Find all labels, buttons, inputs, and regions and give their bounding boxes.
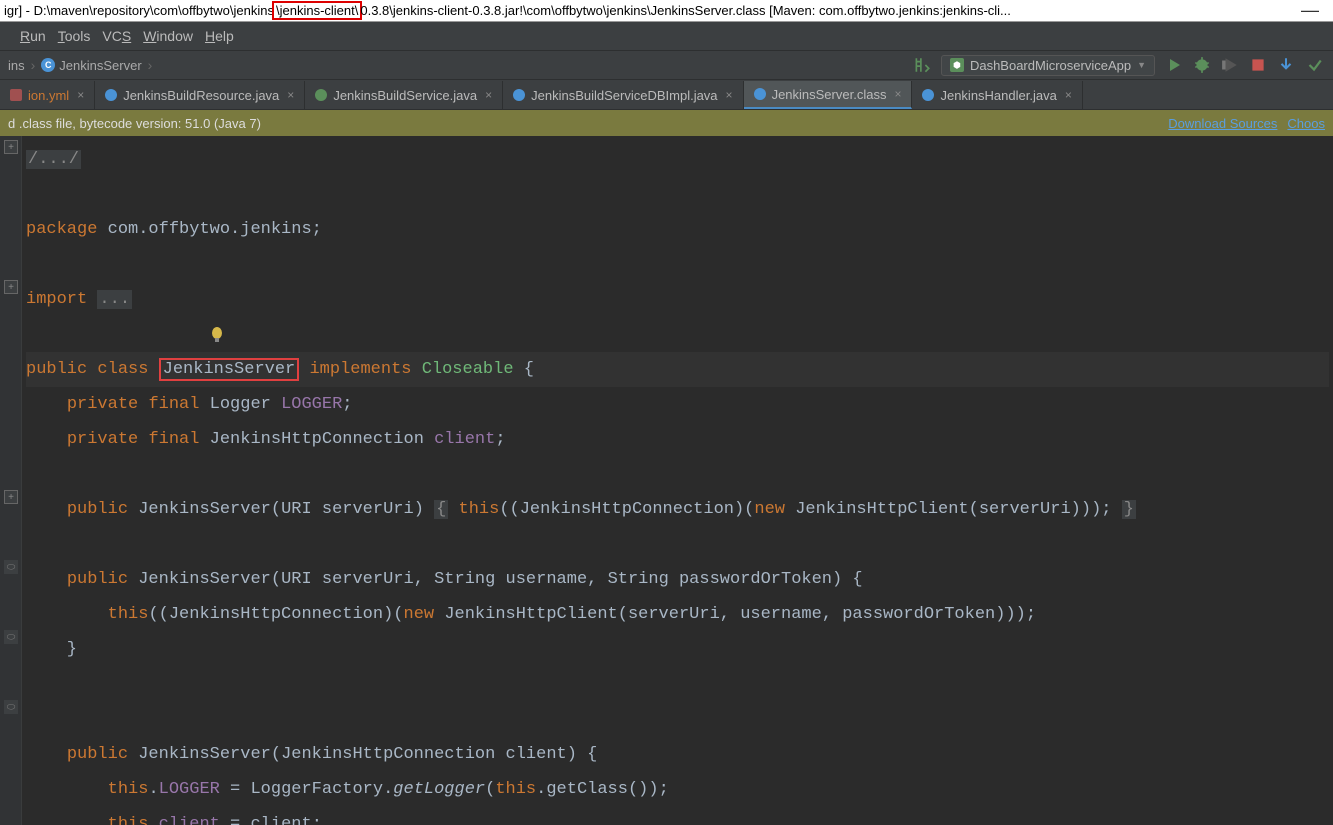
run-configuration-dropdown[interactable]: ⬢ DashBoardMicroserviceApp ▼ (941, 55, 1155, 76)
tab-item[interactable]: JenkinsBuildResource.java × (95, 81, 305, 109)
nav-toolbar: ins › C JenkinsServer › ⬢ DashBoardMicro… (0, 50, 1333, 80)
vcs-commit-icon[interactable] (1305, 56, 1323, 74)
editor-gutter: + + + ⬭ ⬭ ⬭ (0, 136, 22, 825)
choose-sources-link[interactable]: Choos (1287, 116, 1325, 131)
tab-item[interactable]: JenkinsBuildServiceDBImpl.java × (503, 81, 743, 109)
override-icon[interactable]: ⬭ (4, 630, 18, 644)
decompiled-info-bar: d .class file, bytecode version: 51.0 (J… (0, 110, 1333, 136)
run-button[interactable] (1165, 56, 1183, 74)
fold-toggle-icon[interactable]: + (4, 140, 18, 154)
breadcrumb-item[interactable]: C JenkinsServer (37, 56, 145, 75)
chevron-right-icon: › (31, 57, 36, 73)
stop-button[interactable] (1249, 56, 1267, 74)
code-editor[interactable]: + + + ⬭ ⬭ ⬭ /.../ package com.offbytwo.j… (0, 136, 1333, 825)
code-content: /.../ package com.offbytwo.jenkins; impo… (22, 136, 1333, 825)
vcs-update-icon[interactable] (1277, 56, 1295, 74)
breadcrumb-text: JenkinsServer (59, 58, 141, 73)
override-icon[interactable]: ⬭ (4, 560, 18, 574)
class-file-icon (105, 89, 117, 101)
class-icon: C (41, 58, 55, 72)
main-menu-bar: Run Tools VCS Window Help (0, 22, 1333, 50)
tab-item[interactable]: JenkinsBuildService.java × (305, 81, 503, 109)
chevron-down-icon: ▼ (1137, 60, 1146, 70)
title-suffix: 0.3.8\jenkins-client-0.3.8.jar!\com\offb… (360, 3, 1011, 18)
menu-vcs[interactable]: VCS (102, 28, 131, 44)
tab-label: JenkinsHandler.java (940, 88, 1056, 103)
title-highlight: \jenkins-client\ (272, 1, 362, 20)
window-title-bar: igr] - D:\maven\repository\com\offbytwo\… (0, 0, 1333, 22)
breadcrumb-item[interactable]: ins (4, 56, 29, 75)
override-icon[interactable]: ⬭ (4, 700, 18, 714)
tab-item-active[interactable]: JenkinsServer.class × (744, 81, 913, 109)
run-config-label: DashBoardMicroserviceApp (970, 58, 1131, 73)
intention-bulb-icon[interactable] (210, 326, 224, 344)
close-icon[interactable]: × (1065, 88, 1072, 102)
tab-label: JenkinsBuildResource.java (123, 88, 279, 103)
chevron-right-icon: › (148, 57, 153, 73)
minimize-icon[interactable]: — (1291, 0, 1329, 21)
build-icon[interactable] (913, 56, 931, 74)
close-icon[interactable]: × (894, 87, 901, 101)
tab-item[interactable]: JenkinsHandler.java × (912, 81, 1082, 109)
breadcrumb-text: ins (8, 58, 25, 73)
info-bar-text: d .class file, bytecode version: 51.0 (J… (8, 116, 261, 131)
title-prefix: igr] - D:\maven\repository\com\offbytwo\… (4, 3, 274, 18)
class-file-icon (513, 89, 525, 101)
download-sources-link[interactable]: Download Sources (1168, 116, 1277, 131)
tab-label: JenkinsBuildService.java (333, 88, 477, 103)
menu-help[interactable]: Help (205, 28, 234, 44)
spring-boot-icon: ⬢ (950, 58, 964, 72)
interface-file-icon (315, 89, 327, 101)
close-icon[interactable]: × (485, 88, 492, 102)
class-file-icon (922, 89, 934, 101)
coverage-button[interactable] (1221, 56, 1239, 74)
debug-button[interactable] (1193, 56, 1211, 74)
close-icon[interactable]: × (287, 88, 294, 102)
tab-item[interactable]: ion.yml × (0, 81, 95, 109)
class-file-locked-icon (754, 88, 766, 100)
editor-tabs: ion.yml × JenkinsBuildResource.java × Je… (0, 80, 1333, 110)
fold-toggle-icon[interactable]: + (4, 280, 18, 294)
tab-label: JenkinsServer.class (772, 87, 887, 102)
menu-window[interactable]: Window (143, 28, 193, 44)
breadcrumbs: ins › C JenkinsServer › (0, 56, 156, 75)
tab-label: JenkinsBuildServiceDBImpl.java (531, 88, 717, 103)
menu-tools[interactable]: Tools (58, 28, 91, 44)
yaml-file-icon (10, 89, 22, 101)
close-icon[interactable]: × (726, 88, 733, 102)
menu-run[interactable]: Run (20, 28, 46, 44)
close-icon[interactable]: × (77, 88, 84, 102)
class-name-highlight: JenkinsServer (159, 358, 300, 381)
tab-label: ion.yml (28, 88, 69, 103)
fold-toggle-icon[interactable]: + (4, 490, 18, 504)
